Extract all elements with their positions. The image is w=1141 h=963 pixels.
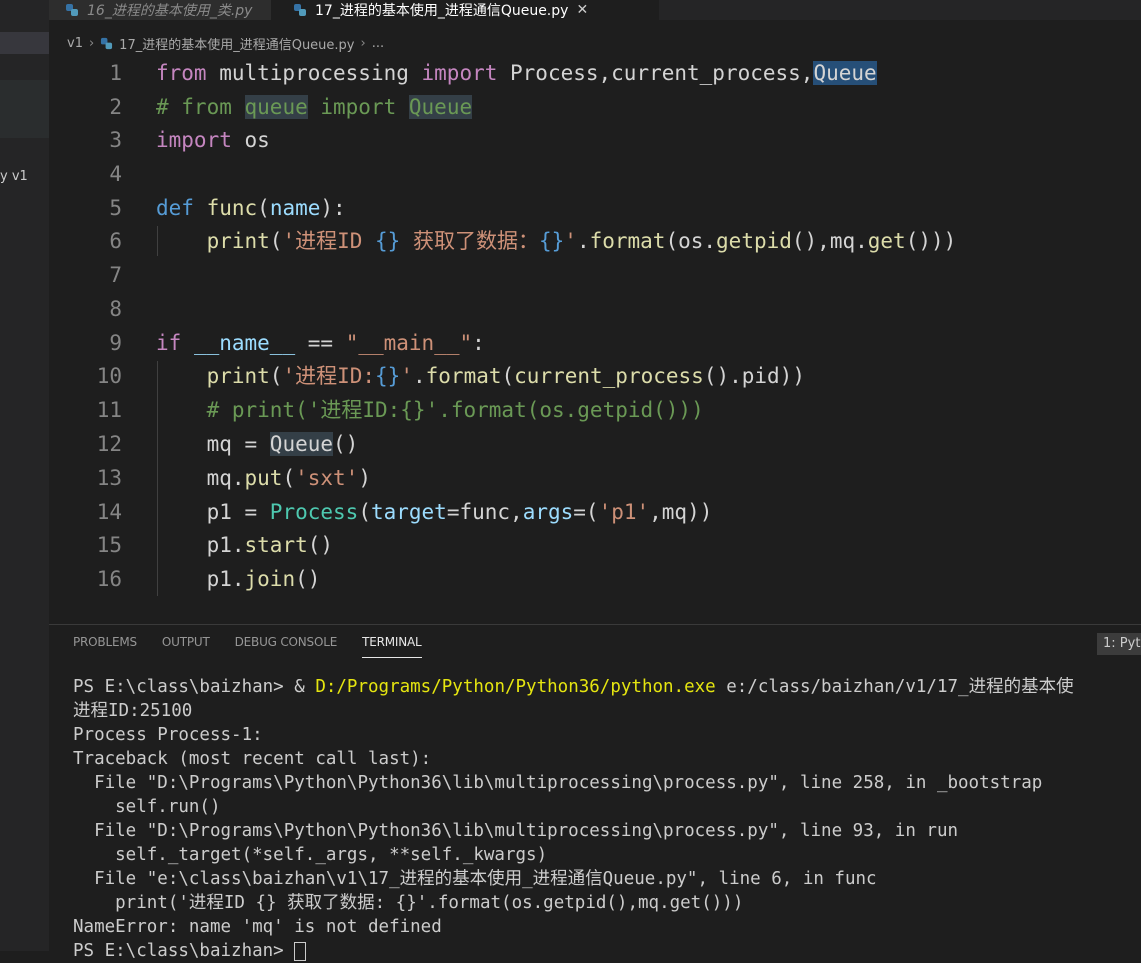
line-number: 15 [96, 533, 122, 557]
code-line[interactable]: 11 # print('进程ID:{}'.format(os.getpid())… [49, 395, 1141, 425]
code-text: if __name__ == "__main__": [156, 331, 485, 355]
line-number: 13 [96, 466, 122, 490]
sidebar-header-strip [0, 32, 49, 54]
code-text: p1 = Process(target=func,args=('p1',mq)) [156, 500, 713, 524]
line-number: 3 [109, 128, 122, 152]
tab-17-process-queue[interactable]: 17_进程的基本使用_进程通信Queue.py ✕ [271, 0, 659, 20]
breadcrumb: v1 › 17_进程的基本使用_进程通信Queue.py › ... [49, 32, 384, 54]
code-line[interactable]: 6 print('进程ID {} 获取了数据：{}'.format(os.get… [49, 226, 1141, 256]
python-icon [294, 4, 306, 16]
terminal-prompt: PS E:\class\baizhan> [73, 941, 295, 961]
code-text: print('进程ID {} 获取了数据：{}'.format(os.getpi… [206, 229, 957, 253]
panel-tabs: PROBLEMS OUTPUT DEBUG CONSOLE TERMINAL [73, 635, 447, 663]
code-text: print('进程ID:{}'.format(current_process()… [206, 364, 805, 388]
explorer-sidebar: y v1 [0, 0, 49, 951]
tab-output[interactable]: OUTPUT [162, 635, 210, 663]
line-number: 8 [109, 297, 122, 321]
terminal-line: self.run() [73, 797, 221, 817]
sidebar-item-label: y v1 [0, 169, 28, 184]
breadcrumb-folder[interactable]: v1 [67, 36, 83, 51]
code-line[interactable]: 4 [49, 159, 1141, 189]
breadcrumb-file[interactable]: 17_进程的基本使用_进程通信Queue.py [119, 34, 354, 53]
chevron-right-icon: › [360, 35, 366, 51]
bottom-panel: PROBLEMS OUTPUT DEBUG CONSOLE TERMINAL 1… [49, 624, 1141, 961]
python-icon [66, 4, 78, 16]
line-number: 14 [96, 500, 122, 524]
code-line[interactable]: 8 [49, 294, 1141, 324]
line-number: 5 [109, 196, 122, 220]
code-line[interactable]: 15 p1.start() [49, 530, 1141, 560]
chevron-right-icon: › [88, 35, 95, 51]
line-number: 11 [96, 398, 122, 422]
terminal-prompt: PS E:\class\baizhan> & [73, 677, 316, 697]
line-number: 7 [109, 263, 122, 287]
tab-16-process-class[interactable]: 16_进程的基本使用_类.py [49, 0, 271, 20]
code-text: # from queue import Queue [156, 95, 473, 119]
code-line[interactable]: 14 p1 = Process(target=func,args=('p1',m… [49, 497, 1141, 527]
python-icon [101, 37, 113, 49]
tab-label: 16_进程的基本使用_类.py [87, 3, 253, 19]
terminal-cursor [294, 941, 307, 961]
terminal-line: File "e:\class\baizhan\v1\17_进程的基本使用_进程通… [73, 869, 877, 889]
code-line[interactable]: 3 import os [49, 125, 1141, 155]
terminal-line: self._target(*self._args, **self._kwargs… [73, 845, 548, 865]
line-number: 1 [109, 61, 122, 85]
code-line[interactable]: 5 def func(name): [49, 193, 1141, 223]
terminal-line: Process Process-1: [73, 725, 263, 745]
terminal-line: NameError: name 'mq' is not defined [73, 917, 442, 937]
line-number: 6 [109, 229, 122, 253]
tab-terminal[interactable]: TERMINAL [362, 635, 422, 658]
code-line[interactable]: 2 # from queue import Queue [49, 92, 1141, 122]
tab-problems[interactable]: PROBLEMS [73, 635, 137, 663]
code-text: # print('进程ID:{}'.format(os.getpid())) [156, 398, 704, 422]
terminal-line: Traceback (most recent call last): [73, 749, 432, 769]
terminal-line: print('进程ID {} 获取了数据: {}'.format(os.getp… [73, 893, 744, 913]
code-text: p1.join() [156, 567, 321, 591]
code-text: mq.put('sxt') [156, 466, 371, 490]
code-text: from multiprocessing import Process,curr… [156, 61, 877, 85]
code-line[interactable]: 16 p1.join() [49, 564, 1141, 594]
code-text: mq = Queue() [156, 432, 359, 456]
code-line[interactable]: 10 print('进程ID:{}'.format(current_proces… [49, 361, 1141, 391]
line-number: 9 [109, 331, 122, 355]
breadcrumb-symbols[interactable]: ... [372, 36, 384, 51]
code-line[interactable]: 13 mq.put('sxt') [49, 463, 1141, 493]
terminal-line: File "D:\Programs\Python\Python36\lib\mu… [73, 773, 1043, 793]
terminal-output[interactable]: PS E:\class\baizhan> & D:/Programs/Pytho… [73, 675, 1074, 963]
line-number: 2 [109, 95, 122, 119]
line-number: 16 [96, 567, 122, 591]
line-number: 12 [96, 432, 122, 456]
terminal-arg: e:/class/baizhan/v1/17_进程的基本使 [715, 677, 1074, 697]
terminal-exe-path: D:/Programs/Python/Python36/python.exe [315, 677, 716, 697]
terminal-line: 进程ID:25100 [73, 701, 193, 721]
terminal-select[interactable]: 1: Python [1097, 633, 1141, 655]
code-line[interactable]: 9 if __name__ == "__main__": [49, 328, 1141, 358]
code-line[interactable]: 7 [49, 260, 1141, 290]
line-number: 4 [109, 162, 122, 186]
code-text: p1.start() [156, 533, 334, 557]
close-icon[interactable]: ✕ [576, 2, 588, 18]
code-text: def func(name): [156, 196, 346, 220]
code-line[interactable]: 12 mq = Queue() [49, 429, 1141, 459]
tab-debug-console[interactable]: DEBUG CONSOLE [235, 635, 338, 663]
terminal-line: File "D:\Programs\Python\Python36\lib\mu… [73, 821, 959, 841]
editor-tab-bar: 16_进程的基本使用_类.py 17_进程的基本使用_进程通信Queue.py … [49, 0, 1141, 20]
code-text: import os [156, 128, 270, 152]
tab-label: 17_进程的基本使用_进程通信Queue.py [315, 3, 569, 19]
code-editor[interactable]: 1 from multiprocessing import Process,cur… [49, 56, 1141, 624]
line-number: 10 [96, 364, 122, 388]
sidebar-item-v1[interactable]: y v1 [0, 80, 49, 184]
code-line[interactable]: 1 from multiprocessing import Process,cur… [49, 58, 1141, 88]
